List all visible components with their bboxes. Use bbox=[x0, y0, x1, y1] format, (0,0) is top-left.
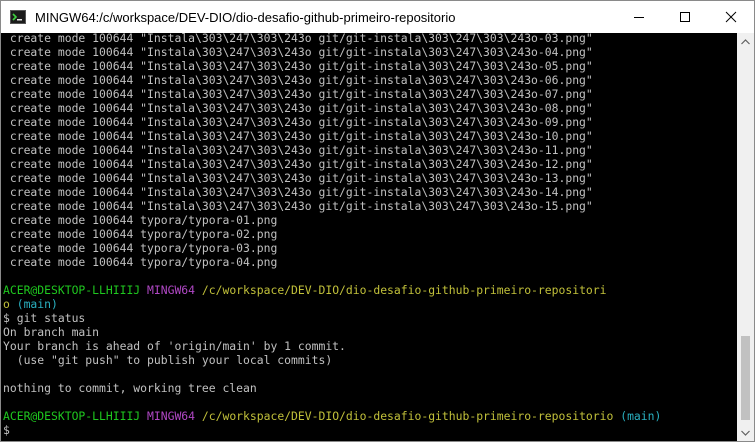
maximize-button[interactable] bbox=[662, 1, 708, 33]
output-line: create mode 100644 "Instala\303\247\303\… bbox=[3, 73, 593, 87]
output-line: create mode 100644 "Instala\303\247\303\… bbox=[3, 199, 593, 213]
prompt-user: ACER@DESKTOP-LLHIIIJ bbox=[3, 283, 141, 297]
scroll-thumb[interactable] bbox=[741, 336, 750, 420]
input-line[interactable]: $ bbox=[3, 423, 661, 437]
mingw-icon[interactable] bbox=[9, 8, 27, 26]
prompt-shell: MINGW64 bbox=[147, 409, 196, 423]
close-icon bbox=[725, 11, 737, 23]
scroll-down-button[interactable] bbox=[737, 424, 754, 441]
output-line: create mode 100644 "Instala\303\247\303\… bbox=[3, 101, 593, 115]
window-controls bbox=[616, 1, 754, 33]
output-line: create mode 100644 typora/typora-04.png bbox=[3, 255, 278, 269]
terminal-window: MINGW64:/c/workspace/DEV-DIO/dio-desafio… bbox=[0, 0, 755, 442]
vertical-scrollbar[interactable] bbox=[737, 33, 754, 441]
prompt-symbol: $ bbox=[3, 423, 10, 437]
scroll-down-arrow-icon bbox=[741, 430, 750, 436]
output-line: create mode 100644 "Instala\303\247\303\… bbox=[3, 87, 593, 101]
status-line bbox=[3, 367, 661, 381]
status-line: nothing to commit, working tree clean bbox=[3, 381, 257, 395]
output-line: create mode 100644 "Instala\303\247\303\… bbox=[3, 171, 593, 185]
prompt-path-wrap: o bbox=[3, 297, 10, 311]
window-title: MINGW64:/c/workspace/DEV-DIO/dio-desafio… bbox=[35, 9, 456, 25]
prompt-path: /c/workspace/DEV-DIO/dio-desafio-github-… bbox=[201, 409, 614, 423]
prompt-branch: (main) bbox=[16, 297, 58, 311]
status-line: Your branch is ahead of 'origin/main' by… bbox=[3, 339, 346, 353]
output-line: create mode 100644 "Instala\303\247\303\… bbox=[3, 143, 593, 157]
output-line: create mode 100644 "Instala\303\247\303\… bbox=[3, 33, 593, 45]
output-line: create mode 100644 typora/typora-01.png bbox=[3, 213, 278, 227]
close-button[interactable] bbox=[708, 1, 754, 33]
prompt-branch: (main) bbox=[620, 409, 662, 423]
output-line: create mode 100644 typora/typora-02.png bbox=[3, 227, 278, 241]
prompt-line: ACER@DESKTOP-LLHIIIJ MINGW64 /c/workspac… bbox=[3, 409, 661, 423]
prompt-line-wrap: o (main) bbox=[3, 297, 661, 311]
status-line: (use "git push" to publish your local co… bbox=[3, 353, 333, 367]
output-line: create mode 100644 "Instala\303\247\303\… bbox=[3, 45, 593, 59]
title-bar[interactable]: MINGW64:/c/workspace/DEV-DIO/dio-desafio… bbox=[1, 1, 754, 33]
prompt-shell: MINGW64 bbox=[147, 283, 196, 297]
terminal-output[interactable]: create mode 100644 "Instala\303\247\303\… bbox=[1, 33, 738, 441]
prompt-user: ACER@DESKTOP-LLHIIIJ bbox=[3, 409, 141, 423]
output-line: create mode 100644 "Instala\303\247\303\… bbox=[3, 59, 593, 73]
scroll-up-arrow-icon bbox=[741, 38, 750, 44]
output-line: create mode 100644 "Instala\303\247\303\… bbox=[3, 115, 593, 129]
minimize-button[interactable] bbox=[616, 1, 662, 33]
maximize-icon bbox=[680, 12, 690, 22]
terminal-lines: create mode 100644 "Instala\303\247\303\… bbox=[3, 33, 661, 437]
output-line: create mode 100644 "Instala\303\247\303\… bbox=[3, 185, 593, 199]
output-line: create mode 100644 typora/typora-03.png bbox=[3, 241, 278, 255]
prompt-path: /c/workspace/DEV-DIO/dio-desafio-github-… bbox=[201, 283, 607, 297]
minimize-icon bbox=[634, 17, 644, 18]
output-line: create mode 100644 "Instala\303\247\303\… bbox=[3, 129, 593, 143]
prompt-line: ACER@DESKTOP-LLHIIIJ MINGW64 /c/workspac… bbox=[3, 283, 661, 297]
scroll-up-button[interactable] bbox=[737, 33, 754, 50]
status-line: On branch main bbox=[3, 325, 100, 339]
command-line: $ git status bbox=[3, 311, 86, 325]
output-line: create mode 100644 "Instala\303\247\303\… bbox=[3, 157, 593, 171]
